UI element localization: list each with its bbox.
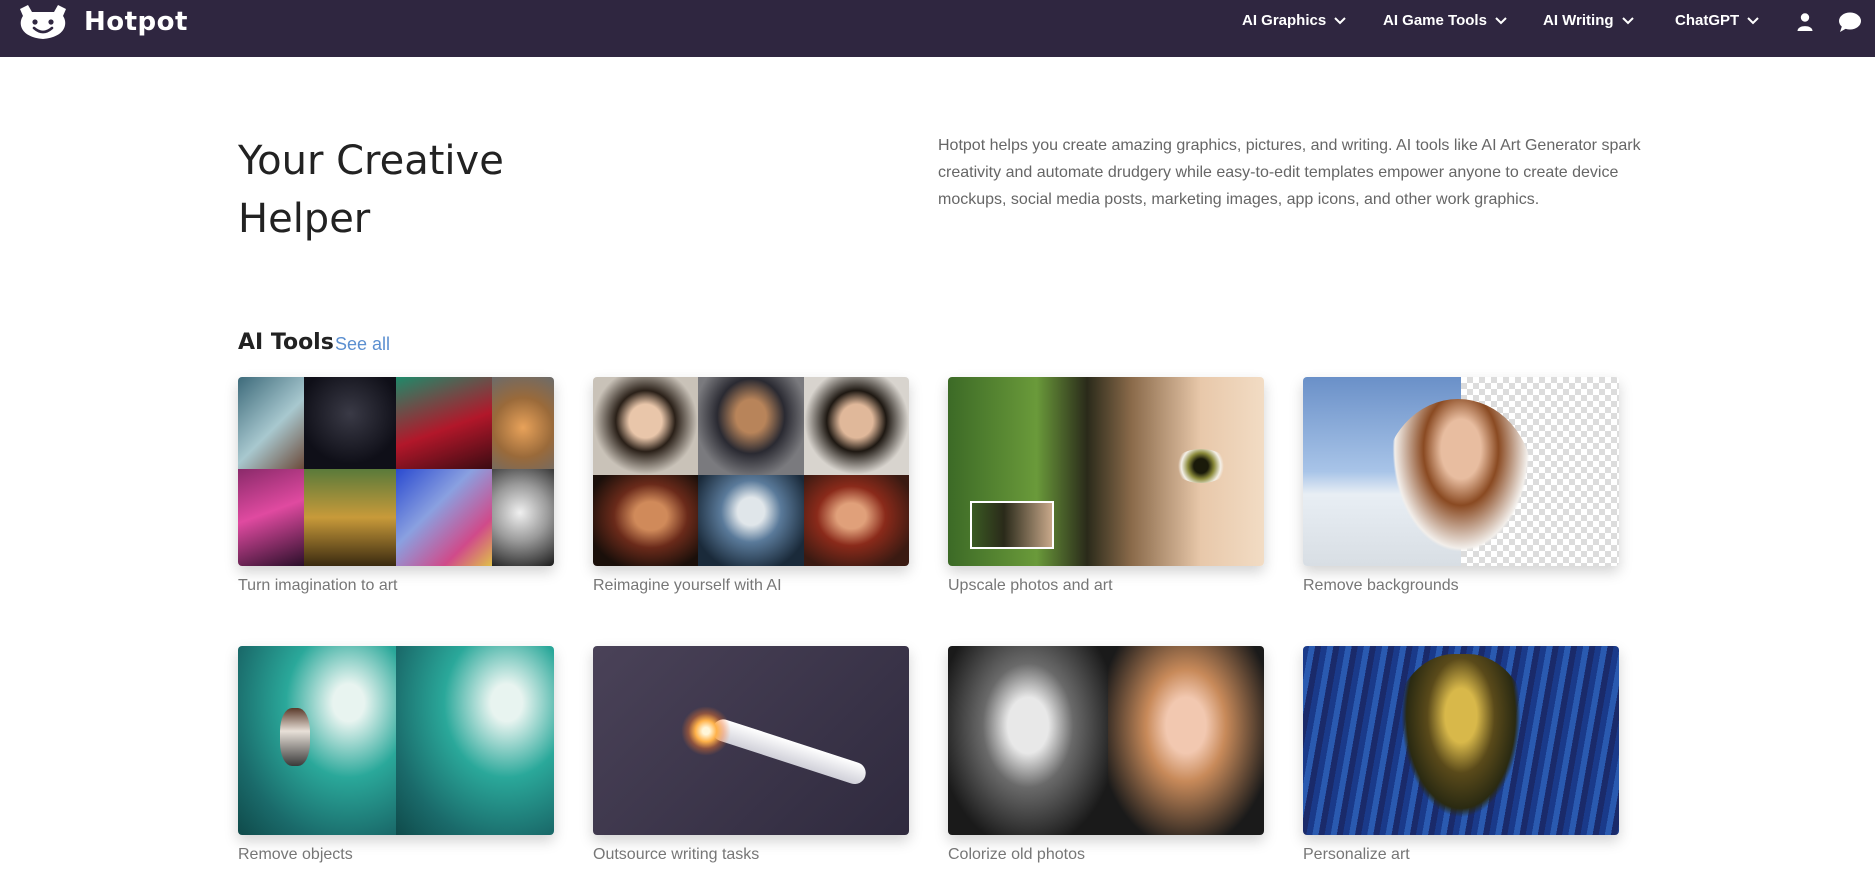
card-thumbnail <box>1303 377 1619 566</box>
hotpot-mascot-icon <box>20 5 66 39</box>
tool-card-art-generator[interactable]: Turn imagination to art <box>238 377 554 595</box>
top-navigation-bar: Hotpot AI Graphics AI Game Tools AI Writ… <box>0 0 1875 57</box>
card-label: Remove backgrounds <box>1303 577 1459 594</box>
see-all-link[interactable]: See all <box>335 334 390 355</box>
chevron-down-icon <box>1334 16 1346 24</box>
card-label: Personalize art <box>1303 846 1410 863</box>
chevron-down-icon <box>1747 16 1759 24</box>
hero-description: Hotpot helps you create amazing graphics… <box>938 137 1641 208</box>
card-label: Reimagine yourself with AI <box>593 577 782 594</box>
tool-card-style-transfer[interactable]: Personalize art <box>1303 646 1619 864</box>
nav-ai-graphics[interactable]: AI Graphics <box>1242 12 1346 29</box>
card-thumbnail <box>948 646 1264 835</box>
nav-label: AI Game Tools <box>1383 12 1487 29</box>
card-label: Upscale photos and art <box>948 577 1113 594</box>
card-label: Turn imagination to art <box>238 577 398 594</box>
user-icon[interactable] <box>1794 11 1816 33</box>
nav-ai-writing[interactable]: AI Writing <box>1543 12 1634 29</box>
page-title: Your Creative Helper <box>238 138 504 242</box>
tool-card-ai-writer[interactable]: Outsource writing tasks <box>593 646 909 864</box>
nav-label: ChatGPT <box>1675 12 1740 29</box>
tool-card-ai-portraits[interactable]: Reimagine yourself with AI <box>593 377 909 595</box>
chat-bubble-icon[interactable] <box>1838 11 1862 33</box>
card-label: Remove objects <box>238 846 353 863</box>
chevron-down-icon <box>1495 16 1507 24</box>
card-thumbnail <box>238 646 554 835</box>
nav-ai-game-tools[interactable]: AI Game Tools <box>1383 12 1507 29</box>
tool-card-upscaler[interactable]: Upscale photos and art <box>948 377 1264 595</box>
tool-card-object-remover[interactable]: Remove objects <box>238 646 554 864</box>
section-title-ai-tools: AI Tools <box>238 330 334 355</box>
card-thumbnail <box>1303 646 1619 835</box>
home-logo-link[interactable]: Hotpot <box>16 3 188 41</box>
card-thumbnail <box>238 377 554 566</box>
nav-chatgpt[interactable]: ChatGPT <box>1675 12 1759 29</box>
tool-card-colorizer[interactable]: Colorize old photos <box>948 646 1264 864</box>
card-thumbnail <box>593 377 909 566</box>
nav-label: AI Graphics <box>1242 12 1327 29</box>
chevron-down-icon <box>1621 16 1634 24</box>
card-label: Colorize old photos <box>948 846 1085 863</box>
tool-card-background-remover[interactable]: Remove backgrounds <box>1303 377 1619 595</box>
card-label: Outsource writing tasks <box>593 846 760 863</box>
nav-label: AI Writing <box>1543 12 1614 29</box>
brand-name: Hotpot <box>84 7 188 37</box>
card-thumbnail <box>948 377 1264 566</box>
card-thumbnail <box>593 646 909 835</box>
